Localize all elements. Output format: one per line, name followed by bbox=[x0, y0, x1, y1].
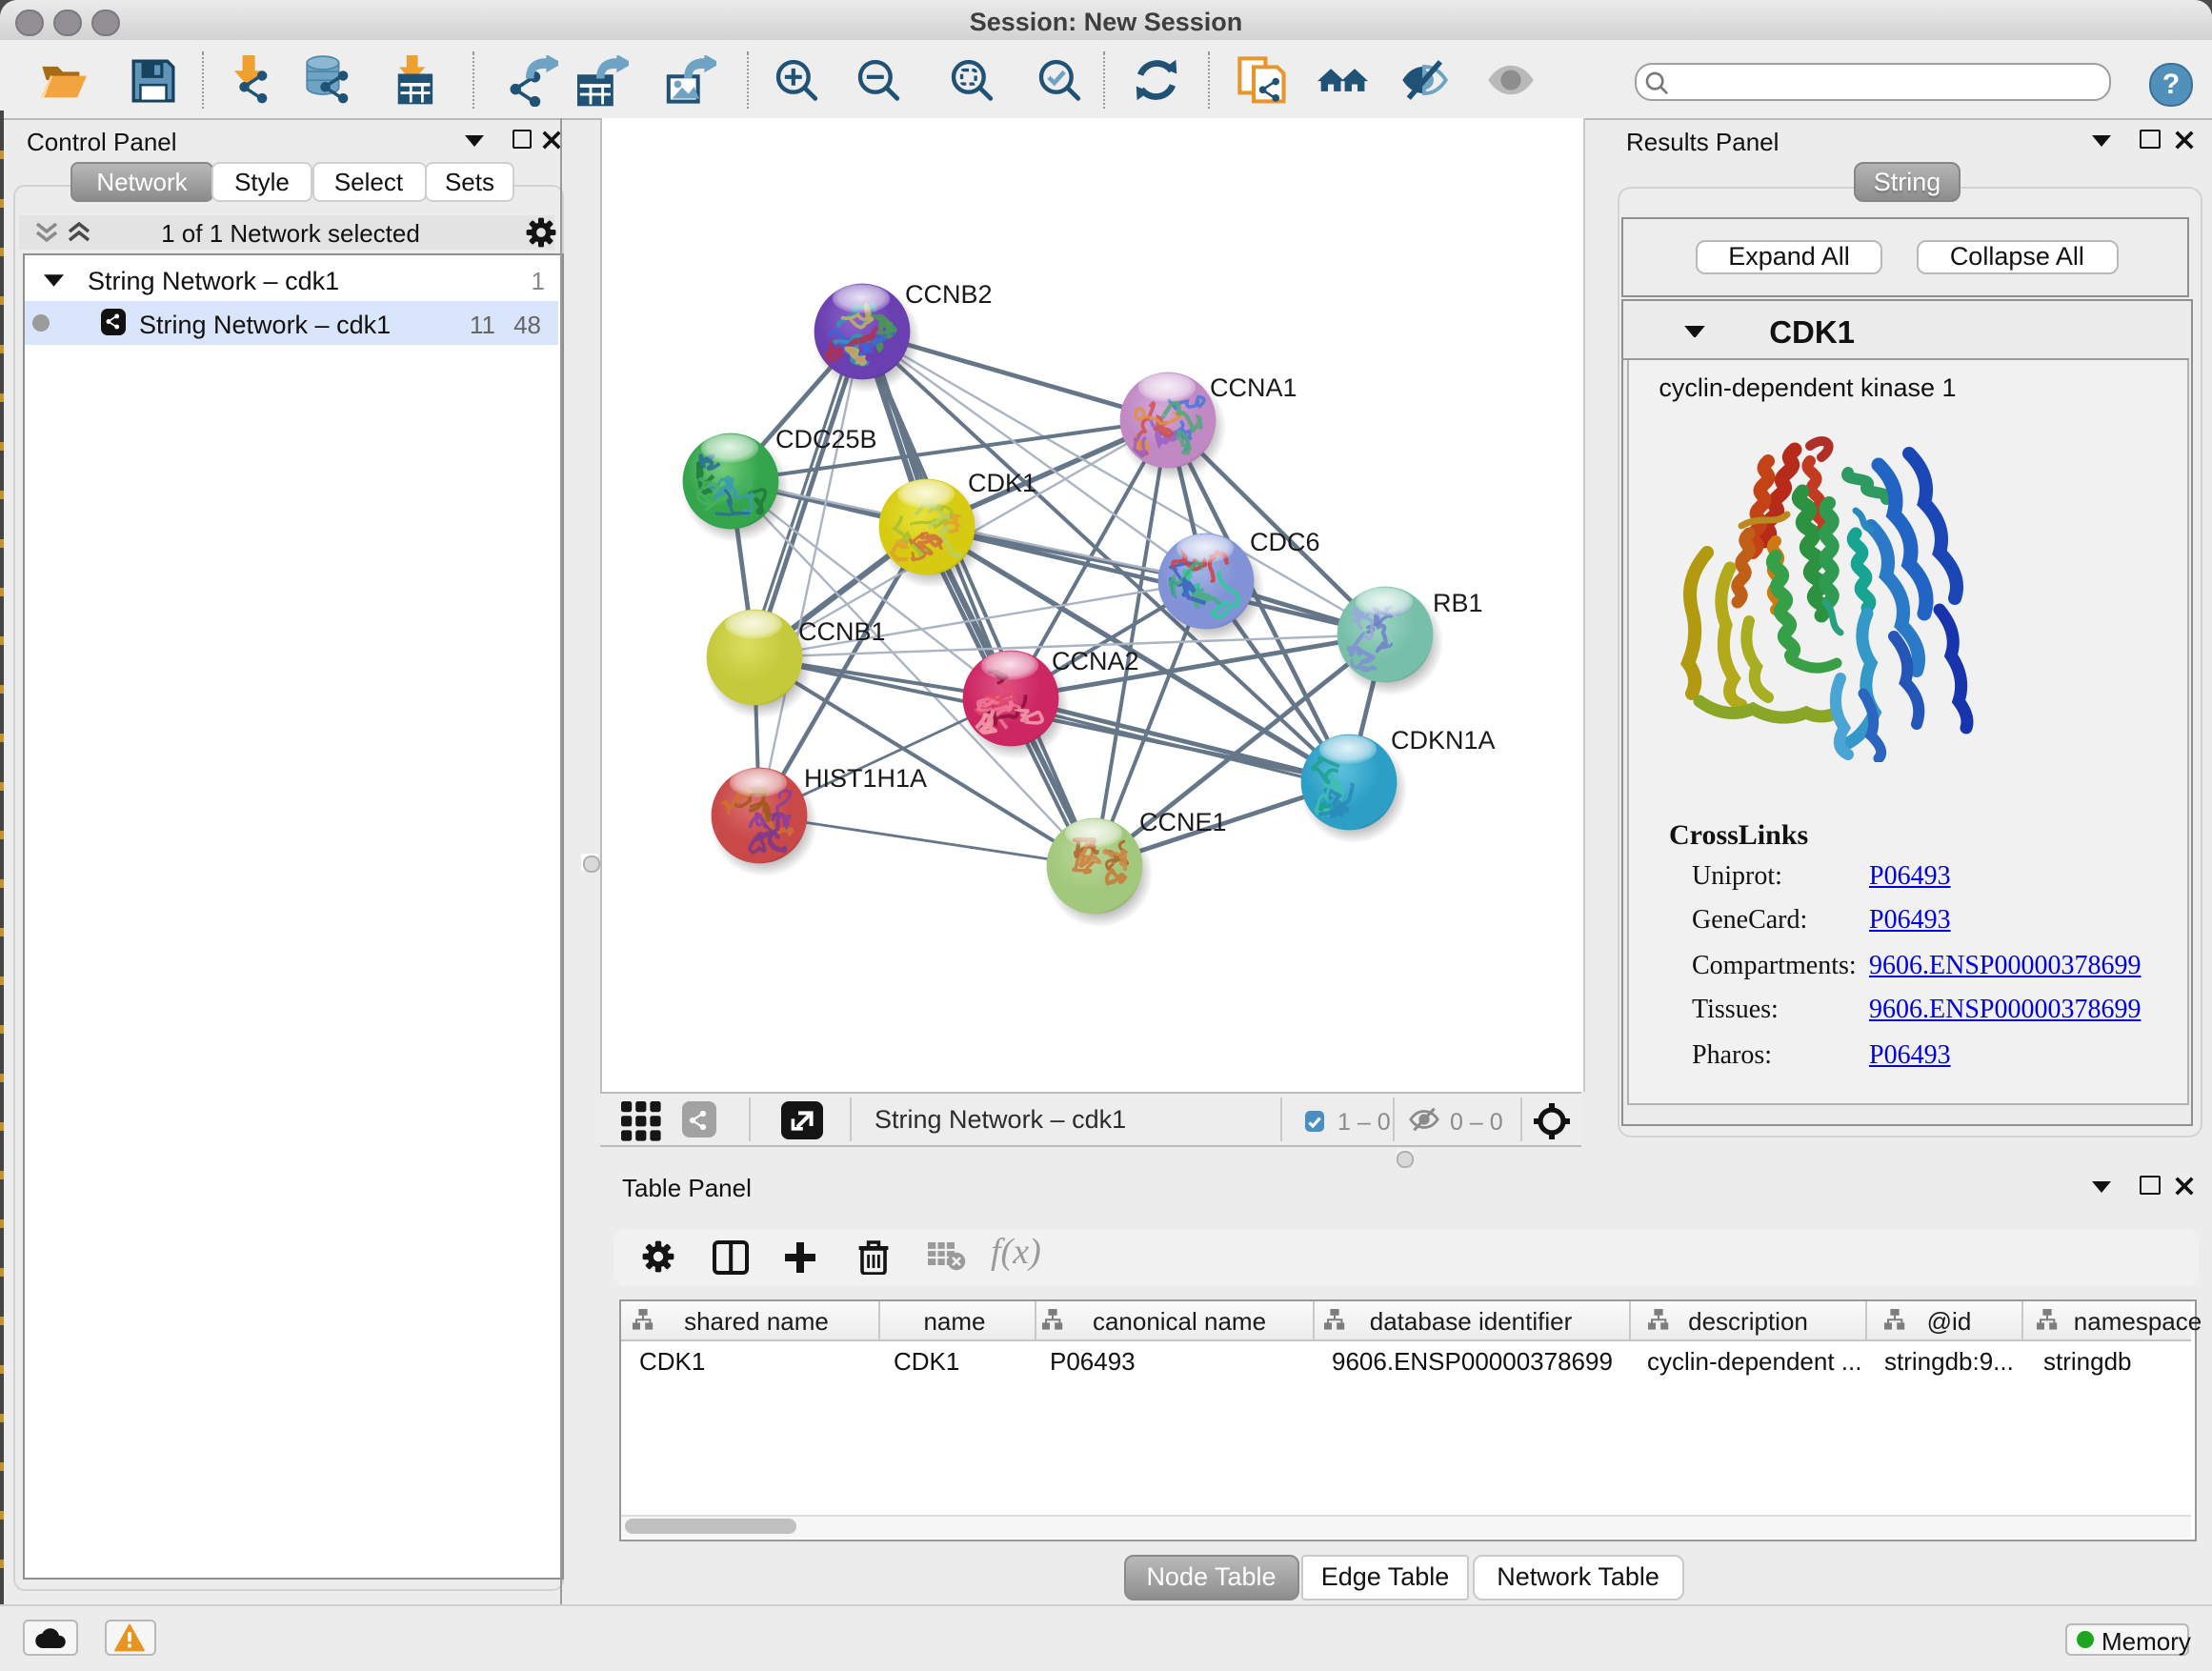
svg-text:CCNA2: CCNA2 bbox=[1052, 647, 1139, 675]
svg-text:HIST1H1A: HIST1H1A bbox=[804, 764, 927, 793]
svg-text:CDKN1A: CDKN1A bbox=[1391, 726, 1496, 755]
svg-text:RB1: RB1 bbox=[1433, 589, 1483, 617]
svg-text:CCNA1: CCNA1 bbox=[1210, 373, 1297, 402]
svg-text:CCNE1: CCNE1 bbox=[1139, 808, 1227, 836]
svg-text:CDC6: CDC6 bbox=[1250, 528, 1320, 556]
svg-text:CCNB2: CCNB2 bbox=[905, 280, 993, 309]
svg-text:CCNB1: CCNB1 bbox=[798, 617, 886, 646]
svg-text:CDC25B: CDC25B bbox=[775, 425, 877, 453]
svg-text:CDK1: CDK1 bbox=[968, 469, 1036, 497]
